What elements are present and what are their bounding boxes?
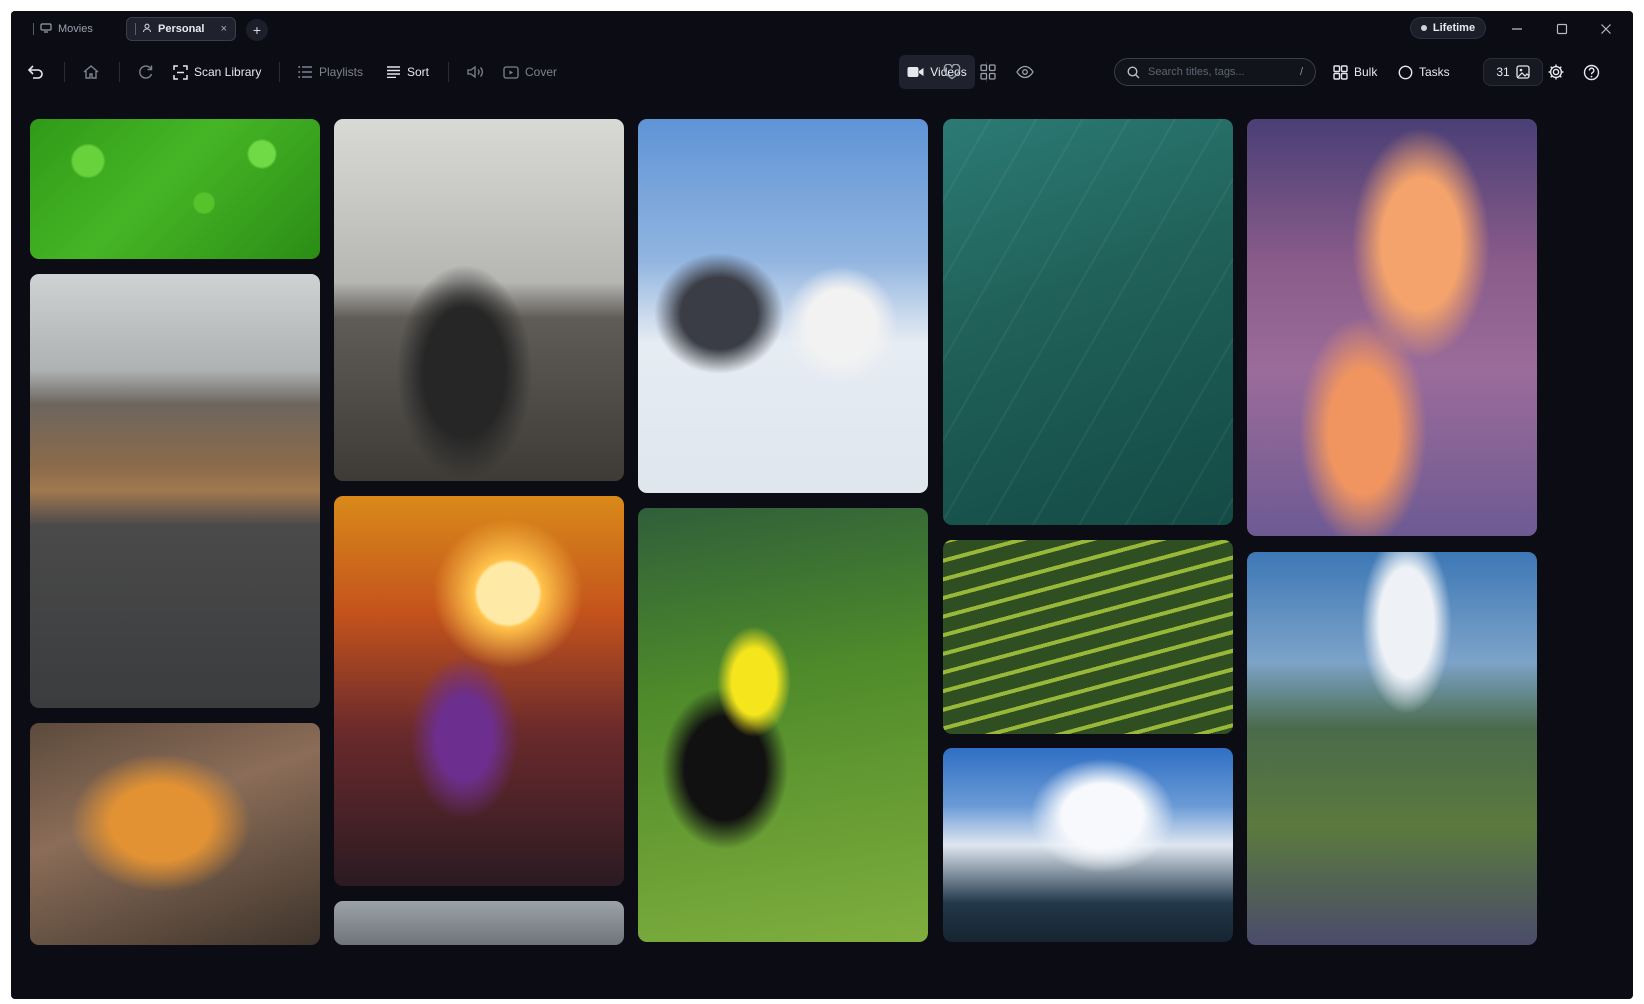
tab-label: Movies — [58, 23, 93, 35]
minimize-icon — [1512, 28, 1522, 30]
help-icon — [1583, 64, 1600, 80]
user-icon — [142, 23, 152, 36]
gallery-image-tiger[interactable] — [30, 723, 320, 945]
sort-label: Sort — [407, 65, 430, 79]
search-icon — [1127, 65, 1140, 78]
toolbar-divider — [64, 62, 65, 82]
add-tab-button[interactable]: + — [246, 19, 268, 41]
video-camera-icon — [907, 67, 924, 77]
grid-icon — [980, 64, 996, 80]
tasks-circle-icon — [1398, 65, 1413, 79]
tasks-label: Tasks — [1419, 65, 1450, 79]
app-window: Movies Personal × + Lifetime Scan Librar… — [11, 11, 1633, 999]
videos-toggle[interactable]: Videos — [899, 55, 975, 89]
gallery-image-leaf[interactable] — [943, 119, 1233, 525]
maximize-icon — [1556, 23, 1568, 35]
tab-movies[interactable]: Movies — [25, 17, 121, 41]
refresh-icon — [139, 65, 153, 79]
toolbar-divider — [448, 62, 449, 82]
gallery-image-clover[interactable] — [30, 119, 320, 259]
close-icon — [1601, 24, 1611, 34]
gallery-image-rider[interactable] — [334, 119, 624, 481]
search-box[interactable]: / — [1114, 58, 1316, 86]
tab-divider — [33, 23, 34, 35]
eye-icon — [1016, 65, 1034, 79]
scan-icon — [173, 64, 188, 80]
favorites-button[interactable] — [943, 60, 961, 84]
home-button[interactable] — [82, 60, 100, 84]
gallery-image-terraces[interactable] — [943, 540, 1233, 734]
home-icon — [83, 65, 99, 79]
image-icon — [1516, 65, 1530, 79]
undo-icon — [27, 65, 43, 79]
toolbar: Scan Library Playlists Sort Cover Videos — [11, 47, 1633, 97]
refresh-button[interactable] — [137, 60, 155, 84]
bulk-label: Bulk — [1354, 65, 1378, 79]
gallery-image-sunset-sky[interactable] — [1247, 119, 1537, 536]
visibility-button[interactable] — [1016, 60, 1034, 84]
close-tab-icon[interactable]: × — [221, 23, 227, 35]
gallery-image-snow-mountain[interactable] — [943, 748, 1233, 942]
settings-button[interactable] — [1547, 60, 1565, 84]
maximize-button[interactable] — [1551, 19, 1573, 39]
tv-icon — [40, 22, 52, 36]
cover-label: Cover — [525, 65, 558, 79]
gear-icon — [1548, 64, 1564, 80]
sort-button[interactable]: Sort — [386, 60, 429, 84]
image-count-badge[interactable]: 31 — [1483, 58, 1543, 86]
bulk-button[interactable]: Bulk — [1333, 60, 1377, 84]
status-dot — [1420, 25, 1427, 31]
gallery-image-partial[interactable] — [334, 901, 624, 945]
toolbar-divider — [279, 62, 280, 82]
playlists-button[interactable]: Playlists — [298, 60, 363, 84]
grid-view-button[interactable] — [980, 60, 996, 84]
minimize-button[interactable] — [1506, 19, 1528, 39]
cover-icon — [503, 65, 519, 79]
toolbar-divider — [119, 62, 120, 82]
volume-button[interactable] — [466, 60, 484, 84]
plan-badge-label: Lifetime — [1432, 22, 1476, 34]
scan-library-label: Scan Library — [194, 65, 262, 79]
cover-button[interactable]: Cover — [503, 60, 557, 84]
tasks-button[interactable]: Tasks — [1398, 60, 1450, 84]
help-button[interactable] — [1583, 60, 1600, 84]
gallery-image-alps[interactable] — [1247, 552, 1537, 945]
list-icon — [298, 66, 312, 78]
gallery-image-toucan[interactable] — [638, 508, 928, 942]
bulk-select-icon — [1333, 64, 1348, 80]
image-count: 31 — [1496, 65, 1510, 79]
title-bar: Movies Personal × + Lifetime — [11, 11, 1633, 47]
search-input[interactable] — [1148, 66, 1288, 78]
tab-personal[interactable]: Personal × — [126, 17, 236, 41]
sort-icon — [387, 66, 400, 78]
scan-library-button[interactable]: Scan Library — [173, 60, 261, 84]
tab-label: Personal — [158, 23, 205, 35]
heart-icon — [943, 64, 961, 80]
gallery-image-road[interactable] — [30, 274, 320, 708]
search-shortcut-hint: / — [1299, 66, 1303, 78]
gallery-image-sunset-flower[interactable] — [334, 496, 624, 886]
playlists-label: Playlists — [319, 65, 364, 79]
close-window-button[interactable] — [1595, 19, 1617, 39]
volume-icon — [467, 65, 483, 79]
back-button[interactable] — [27, 60, 45, 84]
plan-badge[interactable]: Lifetime — [1410, 17, 1486, 39]
tab-divider — [135, 23, 136, 35]
gallery-image-penguins[interactable] — [638, 119, 928, 493]
